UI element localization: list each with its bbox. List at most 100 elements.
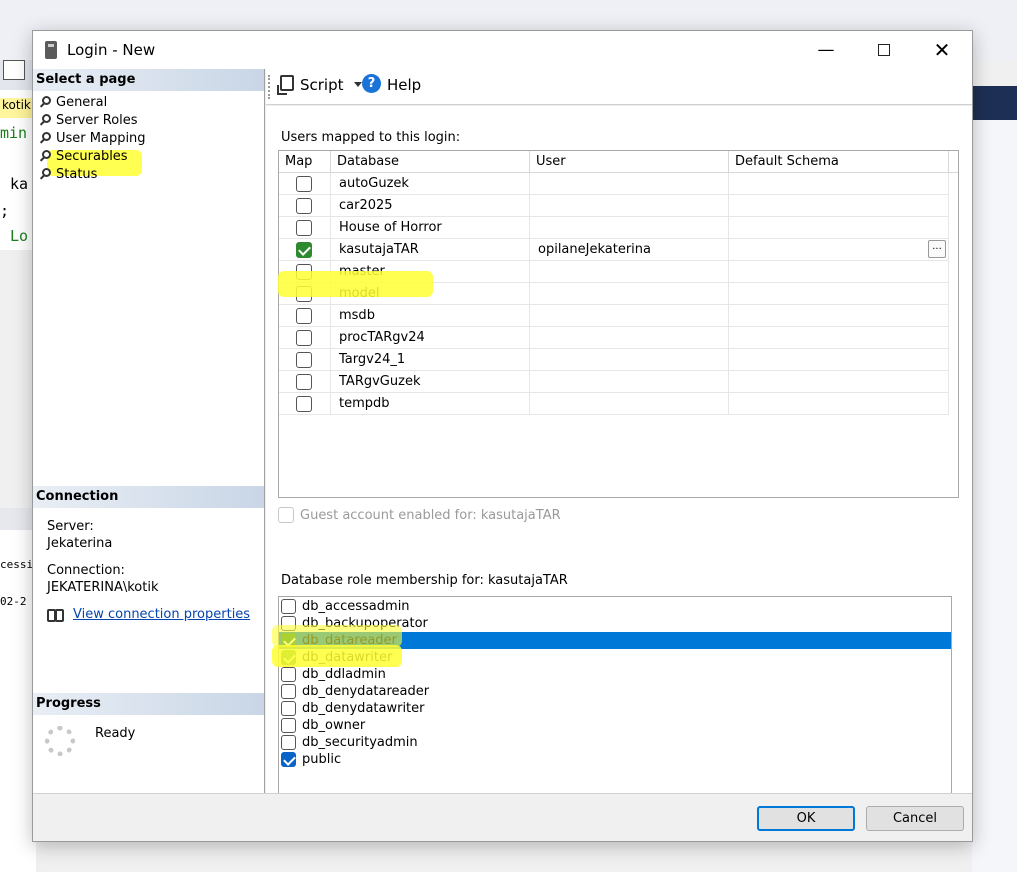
- map-cell[interactable]: [279, 349, 331, 371]
- map-cell[interactable]: [279, 195, 331, 217]
- role-checkbox[interactable]: [281, 684, 296, 699]
- table-row[interactable]: procTARgv24: [279, 327, 949, 349]
- maximize-button[interactable]: [855, 31, 913, 69]
- default-schema-cell[interactable]: [729, 217, 949, 239]
- table-row[interactable]: autoGuzek: [279, 173, 949, 195]
- default-schema-cell[interactable]: [729, 349, 949, 371]
- map-cell[interactable]: [279, 371, 331, 393]
- default-schema-cell[interactable]: [729, 393, 949, 415]
- script-icon[interactable]: [277, 75, 294, 95]
- guest-account-option[interactable]: Guest account enabled for: kasutajaTAR: [278, 507, 561, 523]
- default-schema-cell[interactable]: ...: [729, 239, 949, 261]
- title-bar[interactable]: Login - New — ✕: [33, 31, 972, 69]
- map-cell[interactable]: [279, 239, 331, 261]
- wrench-icon: [39, 167, 51, 180]
- column-default-schema[interactable]: Default Schema: [729, 151, 949, 173]
- table-row[interactable]: House of Horror: [279, 217, 949, 239]
- grid-header: Map Database User Default Schema: [279, 151, 958, 173]
- table-row[interactable]: tempdb: [279, 393, 949, 415]
- role-name: db_denydatawriter: [302, 701, 425, 716]
- role-item[interactable]: db_owner: [279, 717, 951, 734]
- user-cell[interactable]: [530, 217, 729, 239]
- guest-account-checkbox[interactable]: [278, 507, 294, 523]
- role-item[interactable]: db_denydatawriter: [279, 700, 951, 717]
- script-button[interactable]: Script: [300, 76, 344, 94]
- map-checkbox[interactable]: [296, 176, 312, 192]
- role-checkbox[interactable]: [281, 667, 296, 682]
- user-cell[interactable]: [530, 349, 729, 371]
- user-cell[interactable]: [530, 173, 729, 195]
- page-item-user-mapping[interactable]: User Mapping: [39, 129, 146, 147]
- default-schema-cell[interactable]: [729, 195, 949, 217]
- script-dropdown-chevron-icon[interactable]: [354, 82, 362, 87]
- background-msg-1: cessi: [0, 558, 34, 571]
- role-checkbox[interactable]: [281, 735, 296, 750]
- table-row[interactable]: Targv24_1: [279, 349, 949, 371]
- map-checkbox[interactable]: [296, 242, 312, 258]
- user-cell[interactable]: [530, 327, 729, 349]
- user-cell[interactable]: [530, 283, 729, 305]
- page-item-general[interactable]: General: [39, 93, 107, 111]
- dialog-title: Login - New: [67, 41, 156, 59]
- cancel-button[interactable]: Cancel: [866, 806, 964, 831]
- page-item-status[interactable]: Status: [39, 165, 97, 183]
- page-item-securables[interactable]: Securables: [39, 147, 128, 165]
- role-checkbox[interactable]: [281, 701, 296, 716]
- close-button[interactable]: ✕: [913, 31, 971, 69]
- user-cell[interactable]: [530, 261, 729, 283]
- user-cell[interactable]: [530, 371, 729, 393]
- column-user[interactable]: User: [530, 151, 729, 173]
- ok-button[interactable]: OK: [757, 806, 855, 831]
- role-item[interactable]: db_ddladmin: [279, 666, 951, 683]
- wrench-icon: [39, 113, 51, 126]
- map-cell[interactable]: [279, 393, 331, 415]
- default-schema-cell[interactable]: [729, 173, 949, 195]
- role-item[interactable]: db_denydatareader: [279, 683, 951, 700]
- database-cell: TARgvGuzek: [331, 371, 530, 393]
- table-row[interactable]: TARgvGuzek: [279, 371, 949, 393]
- map-checkbox[interactable]: [296, 396, 312, 412]
- role-item[interactable]: public: [279, 751, 951, 768]
- role-checkbox[interactable]: [281, 718, 296, 733]
- role-name: db_owner: [302, 718, 366, 733]
- map-checkbox[interactable]: [296, 374, 312, 390]
- map-cell[interactable]: [279, 217, 331, 239]
- help-button[interactable]: Help: [387, 76, 421, 94]
- default-schema-cell[interactable]: [729, 305, 949, 327]
- page-item-server-roles[interactable]: Server Roles: [39, 111, 138, 129]
- role-item[interactable]: db_securityadmin: [279, 734, 951, 751]
- map-cell[interactable]: [279, 173, 331, 195]
- default-schema-cell[interactable]: [729, 327, 949, 349]
- map-checkbox[interactable]: [296, 220, 312, 236]
- map-checkbox[interactable]: [296, 308, 312, 324]
- map-checkbox[interactable]: [296, 330, 312, 346]
- minimize-button[interactable]: —: [797, 31, 855, 69]
- login-new-dialog: Login - New — ✕ Select a page General Se…: [32, 30, 973, 842]
- table-row[interactable]: msdb: [279, 305, 949, 327]
- column-map[interactable]: Map: [279, 151, 331, 173]
- user-cell[interactable]: opilaneJekaterina: [530, 239, 729, 261]
- dialog-footer: OK Cancel: [33, 793, 972, 841]
- map-cell[interactable]: [279, 327, 331, 349]
- map-checkbox[interactable]: [296, 198, 312, 214]
- role-checkbox[interactable]: [281, 752, 296, 767]
- map-checkbox[interactable]: [296, 352, 312, 368]
- map-cell[interactable]: [279, 305, 331, 327]
- background-messages-bar: [0, 508, 36, 530]
- table-row[interactable]: kasutajaTAR opilaneJekaterina...: [279, 239, 949, 261]
- page-item-label: Status: [56, 166, 98, 182]
- user-cell[interactable]: [530, 393, 729, 415]
- table-row[interactable]: car2025: [279, 195, 949, 217]
- user-cell[interactable]: [530, 305, 729, 327]
- help-icon[interactable]: ?: [362, 74, 381, 93]
- user-cell[interactable]: [530, 195, 729, 217]
- default-schema-cell[interactable]: [729, 261, 949, 283]
- role-checkbox[interactable]: [281, 599, 296, 614]
- view-connection-properties-link[interactable]: View connection properties: [73, 607, 250, 622]
- schema-browse-button[interactable]: ...: [928, 240, 946, 258]
- default-schema-cell[interactable]: [729, 371, 949, 393]
- column-database[interactable]: Database: [331, 151, 530, 173]
- database-cell: autoGuzek: [331, 173, 530, 195]
- role-item[interactable]: db_accessadmin: [279, 598, 951, 615]
- default-schema-cell[interactable]: [729, 283, 949, 305]
